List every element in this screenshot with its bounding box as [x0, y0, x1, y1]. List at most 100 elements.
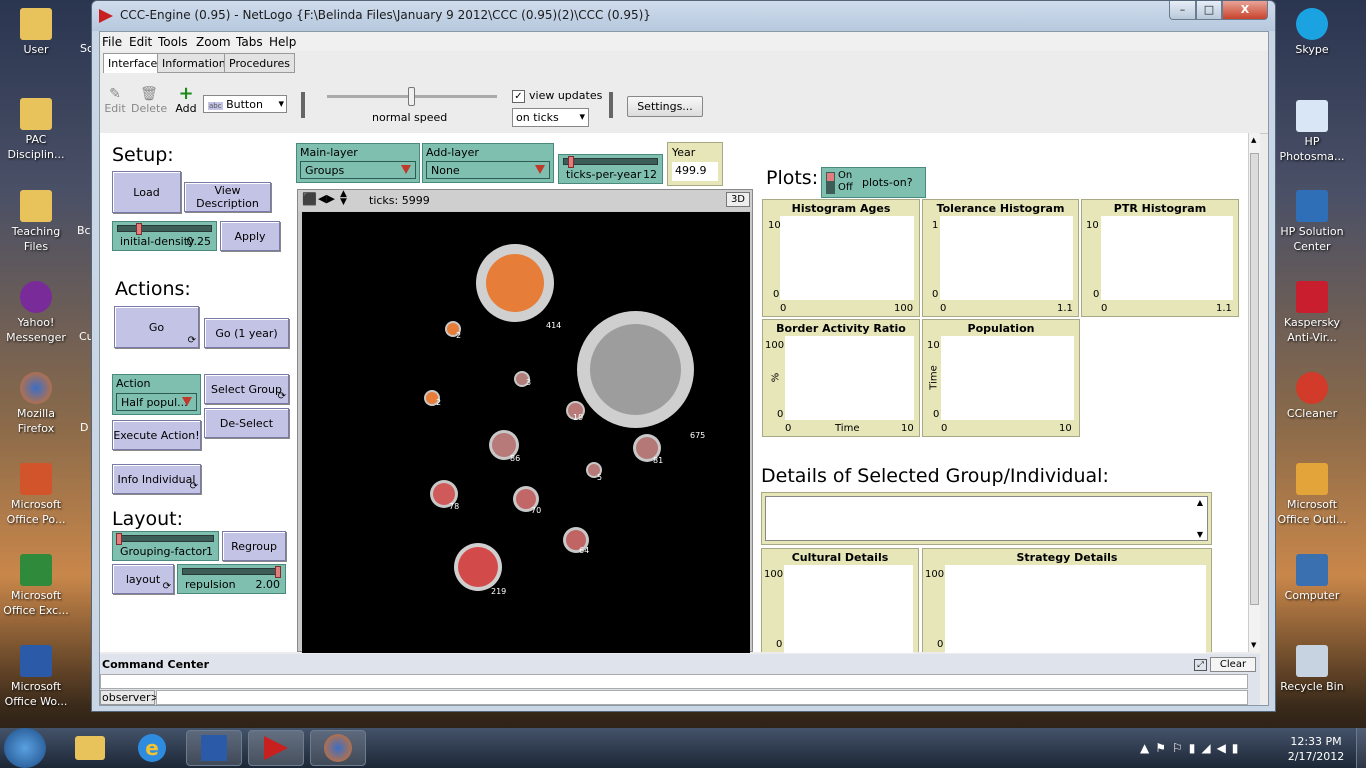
- taskbar-explorer-icon[interactable]: [62, 730, 118, 766]
- desktop-icon-computer[interactable]: Computer: [1272, 554, 1352, 603]
- menu-help[interactable]: Help: [269, 35, 296, 49]
- add-tool[interactable]: + Add: [174, 85, 198, 116]
- menu-zoom[interactable]: Zoom: [196, 35, 231, 49]
- clock[interactable]: 12:33 PM 2/17/2012: [1286, 734, 1346, 764]
- scrollbar-thumb[interactable]: [1250, 153, 1259, 605]
- taskbar-ie-icon[interactable]: e: [124, 730, 180, 766]
- ticks-per-year-slider[interactable]: ticks-per-year 12: [558, 154, 663, 184]
- scroll-up-icon[interactable]: ▲: [1251, 136, 1256, 144]
- view-description-button[interactable]: View Description: [184, 182, 271, 212]
- arrows-vertical-icon[interactable]: ▲ ▼: [340, 190, 347, 207]
- scroll-down-icon[interactable]: ▼: [1197, 530, 1203, 539]
- desktop-icon-pac[interactable]: PAC Disciplin...: [0, 98, 76, 162]
- tab-procedures[interactable]: Procedures: [224, 53, 295, 73]
- desktop-icon-kaspersky[interactable]: Kaspersky Anti-Vir...: [1272, 281, 1352, 345]
- start-button[interactable]: [4, 728, 46, 768]
- main-layer-chooser[interactable]: Main-layer Groups: [296, 143, 420, 183]
- repulsion-slider[interactable]: repulsion 2.00: [177, 564, 286, 594]
- desktop-icon-yahoo[interactable]: Yahoo! Messenger: [0, 281, 76, 345]
- command-input[interactable]: [156, 690, 1248, 705]
- desktop-icon-word[interactable]: Microsoft Office Wo...: [0, 645, 76, 709]
- desktop-icon-outlook[interactable]: Microsoft Office Outl...: [1272, 463, 1352, 527]
- slider-knob[interactable]: [568, 156, 574, 168]
- action-chooser[interactable]: Action Half popul...: [112, 374, 201, 415]
- desktop-icon-hp-solution[interactable]: HP Solution Center: [1272, 190, 1352, 254]
- taskbar-netlogo-icon[interactable]: [248, 730, 304, 766]
- observer-select[interactable]: observer>: [100, 690, 160, 705]
- clear-button[interactable]: Clear: [1210, 657, 1256, 672]
- desktop-icon-hp-photosmart[interactable]: HP Photosma...: [1272, 100, 1352, 164]
- vertical-scrollbar[interactable]: ▲ ▼: [1248, 133, 1260, 652]
- details-textbox[interactable]: ▲ ▼: [761, 492, 1212, 545]
- powerpoint-icon: [20, 463, 52, 495]
- settings-button[interactable]: Settings...: [627, 96, 703, 117]
- menu-edit[interactable]: Edit: [129, 35, 152, 49]
- turtle-label: 2: [456, 331, 462, 340]
- layout-button[interactable]: layout ⟳: [112, 564, 174, 594]
- minimize-button[interactable]: –: [1169, 1, 1196, 20]
- group-turtle[interactable]: [458, 547, 498, 587]
- word-icon: [20, 645, 52, 677]
- ccleaner-icon: [1296, 372, 1328, 404]
- go-button[interactable]: Go ⟳: [114, 306, 199, 348]
- title-bar[interactable]: CCC-Engine (0.95) - NetLogo {F:\Belinda …: [92, 1, 1275, 31]
- arrows-horizontal-icon[interactable]: ◀▶: [318, 192, 335, 205]
- dropdown-arrow-icon: [182, 397, 192, 406]
- desktop-icon-ccleaner[interactable]: CCleaner: [1272, 372, 1352, 421]
- taskbar-firefox-icon[interactable]: [310, 730, 366, 766]
- grouping-factor-slider[interactable]: Grouping-factor 1: [112, 531, 219, 561]
- update-mode-select[interactable]: on ticks ▾: [512, 108, 589, 127]
- add-layer-chooser[interactable]: Add-layer None: [422, 143, 554, 183]
- widget-type-select[interactable]: abc Button ▾: [203, 95, 287, 113]
- tray-icons[interactable]: ▲⚑⚐▮◢◀▮: [1140, 741, 1244, 755]
- scroll-up-icon[interactable]: ▲: [1197, 498, 1203, 507]
- desktop-icon-excel[interactable]: Microsoft Office Exc...: [0, 554, 76, 618]
- netlogo-logo-icon: [99, 9, 113, 23]
- desktop-icon-recycle-bin[interactable]: Recycle Bin: [1272, 645, 1352, 694]
- view-updates-checkbox[interactable]: ✓: [512, 90, 525, 103]
- apply-button[interactable]: Apply: [220, 221, 280, 251]
- info-individual-button[interactable]: Info Individual ⟳: [112, 464, 201, 494]
- delete-tool[interactable]: 🗑 Delete: [131, 86, 167, 115]
- desktop-icon-firefox[interactable]: Mozilla Firefox: [0, 372, 76, 436]
- zoom-icon[interactable]: ⬛: [302, 192, 317, 206]
- plot-area: [941, 336, 1074, 420]
- initial-density-slider[interactable]: initial-density 0.25: [112, 221, 217, 251]
- show-desktop-button[interactable]: [1356, 728, 1366, 768]
- desktop-icon-skype[interactable]: Skype: [1272, 8, 1352, 57]
- menu-tools[interactable]: Tools: [158, 35, 188, 49]
- slider-knob[interactable]: [116, 533, 122, 545]
- yahoo-icon: [20, 281, 52, 313]
- forever-icon: ⟳: [277, 391, 286, 402]
- speed-slider-knob[interactable]: [408, 87, 415, 106]
- select-group-button[interactable]: Select Group ⟳: [204, 374, 289, 404]
- group-turtle[interactable]: [486, 254, 544, 312]
- world[interactable]: 414 675 2 3 2 19 86 81 5 78 70 64 219: [302, 212, 750, 653]
- maximize-button[interactable]: □: [1196, 1, 1222, 20]
- execute-action-button[interactable]: Execute Action!: [112, 420, 201, 450]
- desktop-icon-user[interactable]: User: [0, 8, 76, 57]
- desktop-icon-teaching[interactable]: Teaching Files: [0, 190, 76, 254]
- edit-tool[interactable]: ✎ Edit: [104, 86, 126, 115]
- menu-tabs[interactable]: Tabs: [236, 35, 263, 49]
- expand-icon[interactable]: ⤢: [1194, 659, 1207, 671]
- plot-area: [1101, 216, 1233, 300]
- tab-information[interactable]: Information: [157, 53, 231, 73]
- scroll-down-icon[interactable]: ▼: [1251, 641, 1256, 649]
- menu-file[interactable]: File: [102, 35, 122, 49]
- load-button[interactable]: Load: [112, 171, 181, 213]
- 3d-button[interactable]: 3D: [725, 192, 750, 207]
- taskbar-word-icon[interactable]: [186, 730, 242, 766]
- switch-toggle[interactable]: [826, 172, 835, 194]
- slider-knob[interactable]: [136, 223, 142, 235]
- plots-on-switch[interactable]: On Off plots-on?: [821, 167, 926, 198]
- slider-knob[interactable]: [275, 566, 281, 578]
- outlook-icon: [1296, 463, 1328, 495]
- close-button[interactable]: X: [1222, 1, 1268, 20]
- group-turtle[interactable]: [590, 324, 681, 415]
- desktop-icon-powerpoint[interactable]: Microsoft Office Po...: [0, 463, 76, 527]
- tab-interface[interactable]: Interface: [103, 53, 163, 73]
- deselect-button[interactable]: De-Select: [204, 408, 289, 438]
- go-1-year-button[interactable]: Go (1 year): [204, 318, 289, 348]
- regroup-button[interactable]: Regroup: [222, 531, 286, 561]
